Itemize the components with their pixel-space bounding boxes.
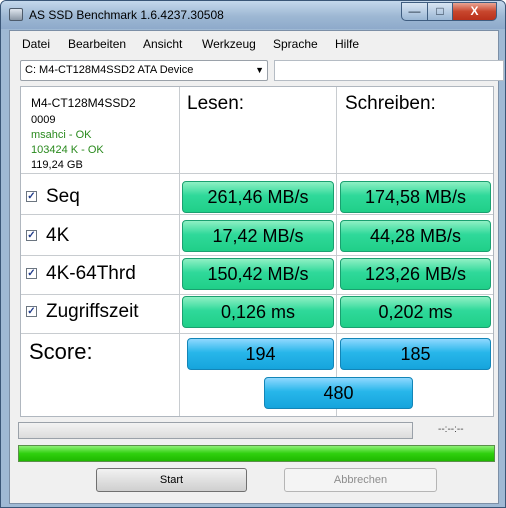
grid-divider <box>21 255 493 256</box>
abort-button[interactable]: Abbrechen <box>284 468 437 492</box>
seq-read-value: 261,46 MB/s <box>182 181 334 213</box>
score-label: Score: <box>29 339 93 364</box>
grid-divider <box>21 333 493 334</box>
drive-model: M4-CT128M4SSD2 <box>31 96 136 110</box>
4k64-checkbox[interactable]: ✓ <box>26 268 37 279</box>
4k-read-value: 17,42 MB/s <box>182 220 334 252</box>
menu-ansicht[interactable]: Ansicht <box>143 37 182 51</box>
grid-divider <box>21 214 493 215</box>
alignment-status: 103424 K - OK <box>31 144 104 156</box>
drive-extra-field[interactable] <box>274 60 504 81</box>
grid-divider <box>179 87 180 416</box>
window-title: AS SSD Benchmark 1.6.4237.30508 <box>29 8 224 22</box>
access-time-read-value: 0,126 ms <box>182 296 334 328</box>
menu-werkzeug[interactable]: Werkzeug <box>202 37 256 51</box>
driver-status: msahci - OK <box>31 129 92 141</box>
score-write: 185 <box>340 338 491 370</box>
progress-bar-complete <box>18 445 495 462</box>
4k-write-value: 44,28 MB/s <box>340 220 491 252</box>
menu-datei[interactable]: Datei <box>22 37 50 51</box>
title-bar[interactable]: AS SSD Benchmark 1.6.4237.30508 — □ X <box>1 1 505 29</box>
access-time-checkbox[interactable]: ✓ <box>26 306 37 317</box>
elapsed-timer: --:--:-- <box>438 424 464 435</box>
close-button[interactable]: X <box>452 2 497 21</box>
row-label-seq: Seq <box>46 186 80 207</box>
drive-select-value: C: M4-CT128M4SSD2 ATA Device <box>25 64 194 76</box>
menu-bearbeiten[interactable]: Bearbeiten <box>68 37 126 51</box>
seq-write-value: 174,58 MB/s <box>340 181 491 213</box>
row-label-4k: 4K <box>46 225 70 246</box>
menu-sprache[interactable]: Sprache <box>273 37 318 51</box>
4k64-write-value: 123,26 MB/s <box>340 258 491 290</box>
start-button[interactable]: Start <box>96 468 247 492</box>
4k-checkbox[interactable]: ✓ <box>26 230 37 241</box>
grid-divider <box>21 173 493 174</box>
app-icon <box>9 8 23 21</box>
chevron-down-icon[interactable]: ▼ <box>255 65 264 75</box>
menu-bar: Datei Bearbeiten Ansicht Werkzeug Sprach… <box>10 31 498 57</box>
seq-checkbox[interactable]: ✓ <box>26 191 37 202</box>
row-label-4k64: 4K-64Thrd <box>46 263 136 284</box>
minimize-button[interactable]: — <box>401 2 428 21</box>
write-header: Schreiben: <box>345 93 436 114</box>
drive-size: 119,24 GB <box>31 159 83 171</box>
progress-bar-empty <box>18 422 413 439</box>
menu-hilfe[interactable]: Hilfe <box>335 37 359 51</box>
4k64-read-value: 150,42 MB/s <box>182 258 334 290</box>
app-window: AS SSD Benchmark 1.6.4237.30508 — □ X Da… <box>0 0 506 508</box>
grid-divider <box>21 294 493 295</box>
drive-firmware: 0009 <box>31 114 56 126</box>
grid-divider <box>336 87 337 416</box>
drive-select[interactable]: C: M4-CT128M4SSD2 ATA Device ▼ <box>20 60 268 81</box>
access-time-write-value: 0,202 ms <box>340 296 491 328</box>
results-grid: M4-CT128M4SSD2 0009 msahci - OK 103424 K… <box>20 86 494 417</box>
score-total: 480 <box>264 377 413 409</box>
maximize-button[interactable]: □ <box>427 2 453 21</box>
score-read: 194 <box>187 338 334 370</box>
row-label-access-time: Zugriffszeit <box>46 301 139 322</box>
read-header: Lesen: <box>187 93 245 114</box>
